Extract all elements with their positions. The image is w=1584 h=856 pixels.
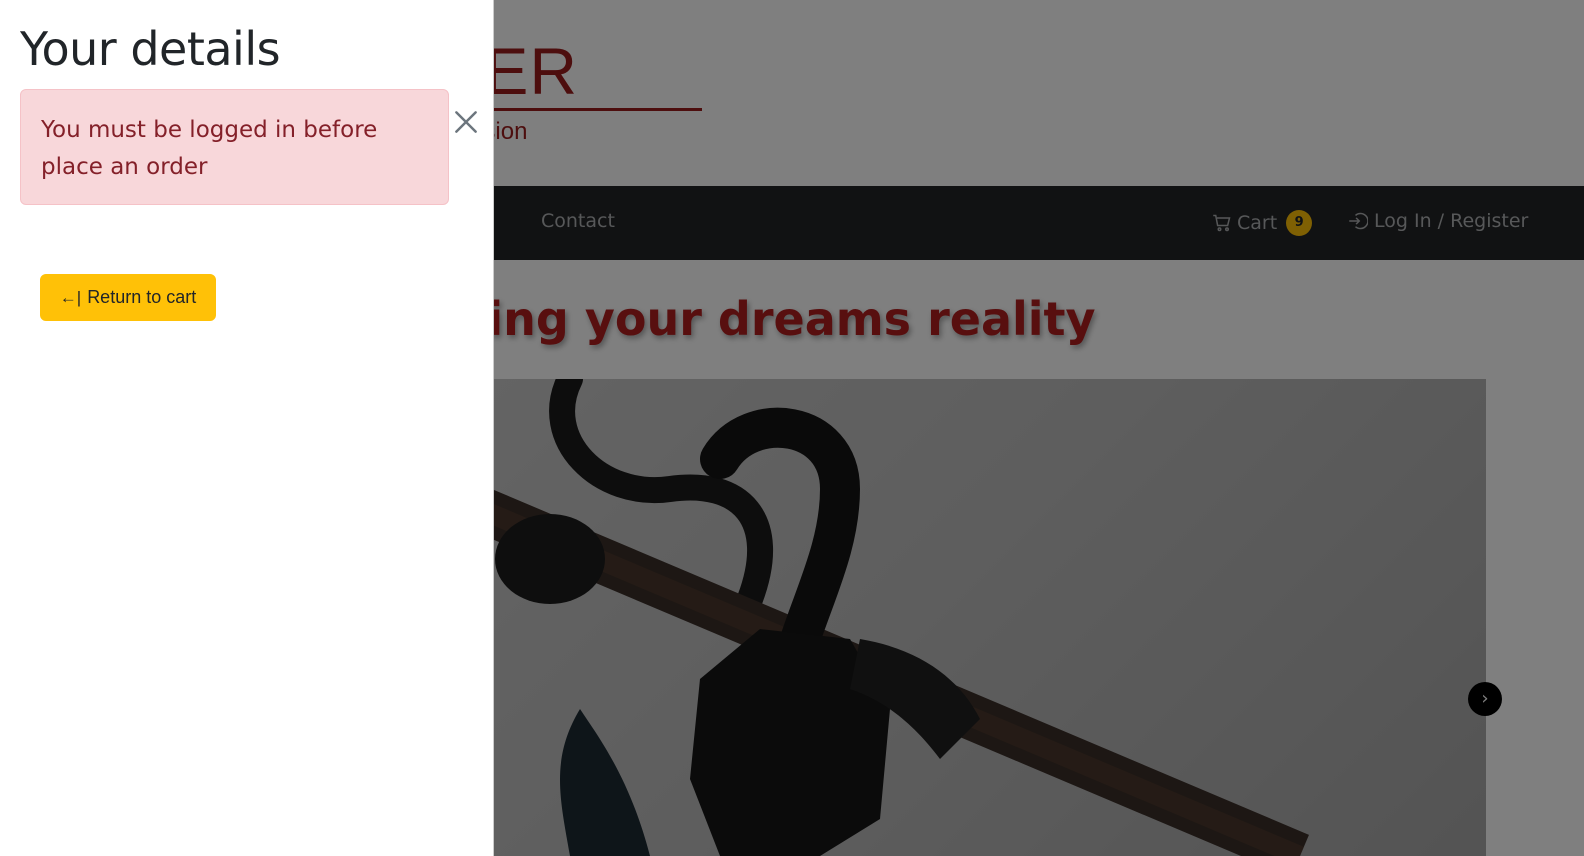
return-to-cart-button[interactable]: ←| Return to cart: [40, 274, 216, 321]
close-button[interactable]: [452, 108, 480, 136]
details-offcanvas-panel: Your details You must be logged in befor…: [0, 0, 494, 856]
offcanvas-title: Your details: [20, 22, 281, 76]
close-icon: [455, 111, 477, 133]
return-to-cart-label: Return to cart: [87, 287, 197, 307]
alert-message: You must be logged in before place an or…: [41, 117, 378, 180]
login-required-alert: You must be logged in before place an or…: [20, 89, 449, 205]
return-arrow-icon: ←|: [59, 287, 82, 307]
